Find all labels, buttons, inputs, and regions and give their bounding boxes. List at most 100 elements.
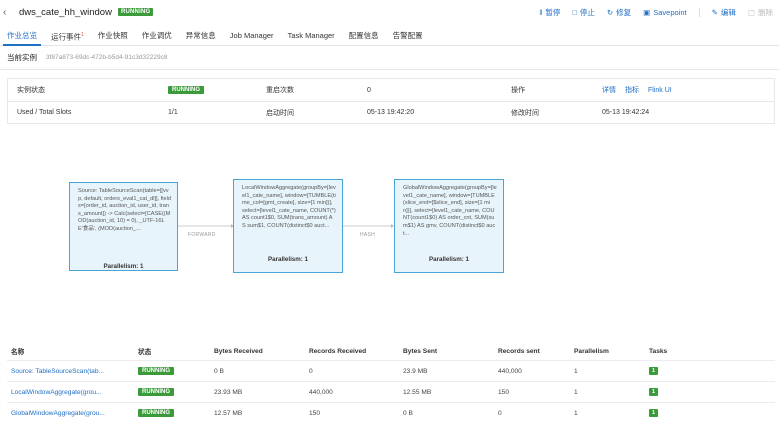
header-actions: ‖ 暂停 □ 停止 ↻ 修复 ▣ Savepoint ✎ 编辑 ▢ 删除 (527, 0, 773, 24)
bytes-received: 12.57 MB (214, 409, 243, 417)
col-tasks-header: Tasks (649, 347, 668, 355)
instance-label: 当前实例 (7, 53, 37, 62)
table-row[interactable]: Source: TableSourceScan(tab... RUNNING 0… (7, 360, 775, 381)
tab-overview[interactable]: 作业总览 (0, 26, 44, 46)
graph-node-source[interactable]: Source: TableSourceScan(table=[[vvp, def… (69, 182, 178, 271)
records-received: 440,000 (309, 388, 333, 396)
modified-time-value: 05-13 19:42:24 (602, 109, 650, 116)
vertex-name-link[interactable]: GlobalWindowAggregate(grou... (11, 410, 105, 417)
restart-count-key: 重启次数 (266, 87, 294, 94)
tab-tuning[interactable]: 作业调优 (135, 26, 179, 45)
repair-label: 修复 (616, 7, 632, 17)
tasks-badge: 1 (649, 409, 659, 417)
details-link[interactable]: 详情 (602, 87, 616, 94)
table-row[interactable]: GlobalWindowAggregate(grou... RUNNING 12… (7, 402, 775, 423)
stop-button[interactable]: □ 停止 (572, 7, 595, 18)
edge-label-hash: HASH (360, 232, 376, 238)
col-parallelism-header: Parallelism (574, 347, 609, 355)
start-time-key: 启动时间 (266, 109, 294, 117)
instance-status-key: 实例状态 (17, 87, 45, 94)
node-text: LocalWindowAggregate(groupBy=[level1_cat… (242, 185, 336, 229)
vertex-table: 名称 状态 Bytes Received Records Received By… (7, 342, 775, 423)
col-bytes-sent-header: Bytes Sent (403, 347, 438, 355)
info-row: 实例状态 RUNNING 重启次数 0 操作 详情 指标 Flink UI (8, 79, 774, 101)
col-name-header: 名称 (11, 349, 25, 356)
savepoint-icon: ▣ (643, 7, 651, 17)
edge-label-forward: FORWARD (188, 232, 216, 238)
tasks-badge: 1 (649, 388, 659, 396)
stop-label: 停止 (579, 7, 595, 17)
tab-events[interactable]: 运行事件1 (44, 26, 91, 45)
repair-button[interactable]: ↻ 修复 (607, 7, 631, 18)
tasks-badge: 1 (649, 367, 659, 375)
bytes-sent: 0 B (403, 409, 413, 417)
status-badge: RUNNING (117, 8, 154, 16)
restart-count-value: 0 (367, 86, 371, 94)
node-text: GlobalWindowAggregate(groupBy=[level1_ca… (403, 185, 497, 237)
info-row: Used / Total Slots 1/1 启动时间 05-13 19:42:… (8, 101, 774, 123)
start-time-value: 05-13 19:42:20 (367, 109, 415, 116)
delete-button[interactable]: ▢ 删除 (748, 7, 773, 18)
graph-node-global-agg[interactable]: GlobalWindowAggregate(groupBy=[level1_ca… (394, 179, 504, 273)
tab-snapshot[interactable]: 作业快照 (91, 26, 135, 45)
pause-icon: ‖ (539, 7, 543, 17)
tab-task-manager[interactable]: Task Manager (281, 26, 342, 45)
tab-config[interactable]: 配置信息 (342, 26, 386, 45)
slots-key: Used / Total Slots (17, 109, 72, 116)
operations-key: 操作 (511, 87, 525, 94)
instance-id[interactable]: 3f87a873-69dc-472b-b5d4-91c3d32229c8 (46, 54, 167, 61)
job-graph[interactable]: Source: TableSourceScan(table=[[vvp, def… (0, 124, 779, 334)
metrics-link[interactable]: 指标 (625, 87, 639, 94)
col-bytes-received-header: Bytes Received (214, 347, 263, 355)
bytes-sent: 12.55 MB (403, 388, 432, 396)
status-badge: RUNNING (138, 409, 174, 417)
parallelism: 1 (574, 367, 578, 375)
repair-icon: ↻ (606, 7, 614, 17)
bytes-received: 0 B (214, 367, 224, 375)
instance-status-badge: RUNNING (168, 86, 204, 94)
col-status-header: 状态 (138, 349, 152, 356)
operations-links: 详情 指标 Flink UI (602, 85, 681, 95)
vertex-name-link[interactable]: LocalWindowAggregate(grou... (11, 389, 102, 396)
tab-exceptions[interactable]: 异常信息 (179, 26, 223, 45)
savepoint-button[interactable]: ▣ Savepoint (643, 8, 686, 17)
tab-job-manager[interactable]: Job Manager (223, 26, 281, 45)
node-parallelism: Parallelism: 1 (429, 256, 469, 263)
status-badge: RUNNING (138, 388, 174, 396)
divider (698, 7, 700, 17)
graph-node-local-agg[interactable]: LocalWindowAggregate(groupBy=[level1_cat… (233, 179, 343, 273)
table-row[interactable]: LocalWindowAggregate(grou... RUNNING 23.… (7, 381, 775, 402)
records-sent: 440,000 (498, 367, 522, 375)
savepoint-label: Savepoint (653, 7, 687, 17)
records-received: 0 (309, 367, 313, 375)
vertex-name-link[interactable]: Source: TableSourceScan(tab... (11, 368, 104, 375)
page-title: dws_cate_hh_window (19, 6, 112, 18)
slots-value: 1/1 (168, 109, 178, 116)
page-header: ‹ dws_cate_hh_window RUNNING ‖ 暂停 □ 停止 ↻… (0, 0, 779, 24)
stop-icon: □ (572, 7, 577, 17)
tab-bar: 作业总览 运行事件1 作业快照 作业调优 异常信息 Job Manager Ta… (0, 26, 779, 46)
pause-button[interactable]: ‖ 暂停 (539, 7, 560, 18)
node-parallelism: Parallelism: 1 (103, 263, 144, 270)
edit-label: 编辑 (720, 7, 736, 17)
flink-ui-link[interactable]: Flink UI (648, 87, 672, 94)
node-text: Source: TableSourceScan(table=[[vvp, def… (78, 188, 171, 232)
records-received: 150 (309, 409, 321, 417)
parallelism: 1 (574, 409, 578, 417)
tab-alerts[interactable]: 告警配置 (386, 26, 430, 45)
tab-events-label: 运行事件 (51, 32, 81, 42)
table-header: 名称 状态 Bytes Received Records Received By… (7, 342, 775, 360)
col-records-received-header: Records Received (309, 347, 367, 355)
delete-icon: ▢ (747, 7, 755, 17)
records-sent: 0 (498, 409, 502, 417)
edit-icon: ✎ (711, 7, 718, 17)
edit-button[interactable]: ✎ 编辑 (712, 7, 736, 18)
bytes-sent: 23.9 MB (403, 367, 428, 375)
node-parallelism: Parallelism: 1 (268, 256, 308, 263)
modified-time-key: 修改时间 (511, 109, 539, 117)
back-arrow-icon[interactable]: ‹ (3, 7, 15, 18)
tab-events-count: 1 (81, 32, 84, 38)
delete-label: 删除 (758, 7, 773, 17)
pause-label: 暂停 (545, 7, 561, 17)
records-sent: 150 (498, 388, 510, 396)
